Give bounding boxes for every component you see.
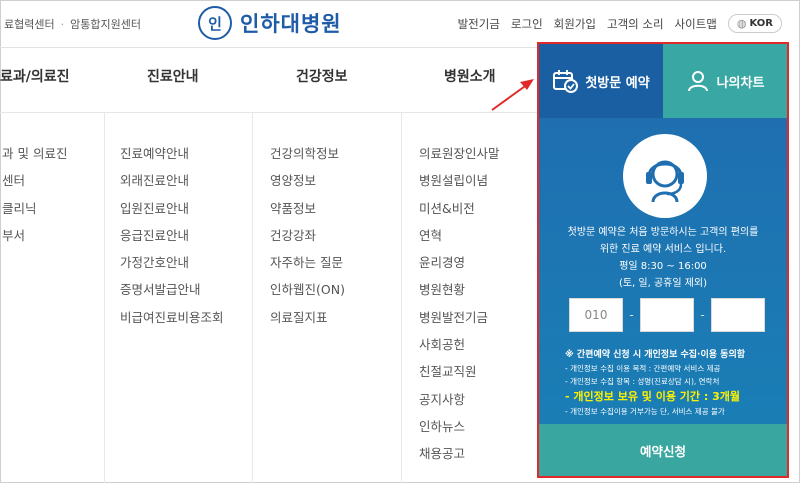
- tab-first-visit-label: 첫방문 예약: [585, 75, 650, 91]
- notes-line: - 개인정보 수집이용 거부가능 단, 서비스 제공 불가: [565, 407, 725, 416]
- submenu-item[interactable]: 건강의학정보: [270, 143, 345, 170]
- submenu-item[interactable]: 친절교직원: [419, 361, 500, 388]
- submenu-item[interactable]: 부서: [2, 225, 67, 252]
- nav-divider: [0, 112, 540, 113]
- tab-my-chart[interactable]: 나의차트: [663, 44, 787, 118]
- tab-first-visit[interactable]: 첫방문 예약: [539, 44, 663, 118]
- headset-icon: [623, 134, 707, 218]
- column-separator: [252, 113, 253, 483]
- dash: -: [629, 308, 634, 322]
- language-selector[interactable]: ◍ KOR: [727, 14, 782, 33]
- headset-illustration: [646, 160, 684, 203]
- utility-links: 발전기금 로그인 회원가입 고객의 소리 사이트맵 ◍ KOR: [458, 14, 782, 33]
- util-link-fund[interactable]: 발전기금: [458, 16, 500, 32]
- nav-item-about[interactable]: 병원소개: [444, 66, 496, 86]
- util-link-voice[interactable]: 고객의 소리: [607, 16, 664, 32]
- column-separator: [401, 113, 402, 483]
- calendar-check-icon: [553, 70, 579, 93]
- column-separator: [104, 113, 105, 483]
- logo-text: 인하대병원: [240, 12, 342, 36]
- submenu-item[interactable]: 병원현황: [419, 279, 500, 306]
- hospital-logo[interactable]: 인 인하대병원: [198, 6, 342, 40]
- submenu-item[interactable]: 과 및 의료진: [2, 143, 67, 170]
- phone-middle-field[interactable]: [640, 298, 694, 332]
- submenu-about: 의료원장인사말 병원설립이념 미션&비전 연혁 윤리경영 병원현황 병원발전기금…: [419, 143, 500, 471]
- submenu-item[interactable]: 채용공고: [419, 443, 500, 470]
- submenu-item[interactable]: 사회공헌: [419, 334, 500, 361]
- util-link-signup[interactable]: 회원가입: [554, 16, 596, 32]
- submenu-item[interactable]: 센터: [2, 170, 67, 197]
- notes-title: ※ 간편예약 신청 시 개인정보 수집·이용 동의함: [565, 350, 746, 360]
- reservation-submit-button[interactable]: 예약신청: [539, 424, 787, 476]
- submenu-item[interactable]: 인하뉴스: [419, 416, 500, 443]
- submenu-item[interactable]: 병원설립이념: [419, 170, 500, 197]
- desc-line: 위한 진료 예약 서비스 입니다.: [599, 244, 727, 255]
- top-bar: 료협력센터 · 암통합지원센터 인 인하대병원 발전기금 로그인 회원가입 고객…: [0, 0, 800, 46]
- submenu-care-guide: 진료예약안내 외래진료안내 입원진료안내 응급진료안내 가정간호안내 증명서발급…: [120, 143, 224, 334]
- partner-link-cooperation[interactable]: 료협력센터: [4, 16, 55, 32]
- nav-item-health-info[interactable]: 건강정보: [296, 66, 348, 86]
- notes-line: - 개인정보 수집 항목 : 성명(진료상담 시), 연락처: [565, 377, 720, 386]
- submenu-item[interactable]: 자주하는 질문: [270, 252, 345, 279]
- submenu-item[interactable]: 가정간호안내: [120, 252, 224, 279]
- language-label: KOR: [749, 18, 773, 29]
- submenu-item[interactable]: 증명서발급안내: [120, 279, 224, 306]
- submenu-departments: 과 및 의료진 센터 클리닉 부서: [2, 143, 67, 252]
- submenu-item[interactable]: 응급진료안내: [120, 225, 224, 252]
- privacy-notes: ※ 간편예약 신청 시 개인정보 수집·이용 동의함 - 개인정보 수집 이용 …: [565, 349, 785, 418]
- hours-note: (토, 일, 공휴일 제외): [618, 278, 708, 289]
- phone-last-field[interactable]: [711, 298, 765, 332]
- partner-links: 료협력센터 · 암통합지원센터: [4, 16, 141, 32]
- submenu-item[interactable]: 연혁: [419, 225, 500, 252]
- notes-highlight: - 개인정보 보유 및 이용 기간 : 3개월: [565, 390, 740, 403]
- panel-tabs: 첫방문 예약 나의차트: [539, 44, 787, 118]
- separator-dot: ·: [60, 17, 65, 31]
- panel-body: 첫방문 예약은 처음 방문하시는 고객의 편의를 위한 진료 예약 서비스 입니…: [539, 118, 787, 424]
- header-divider: [0, 47, 540, 48]
- submenu-health-info: 건강의학정보 영양정보 약품정보 건강강좌 자주하는 질문 인하웹진(ON) 의…: [270, 143, 345, 334]
- dash: -: [700, 308, 705, 322]
- nav-item-departments[interactable]: 료과/의료진: [0, 66, 70, 86]
- desc-line: 첫방문 예약은 처음 방문하시는 고객의 편의를: [567, 227, 759, 238]
- hours: 평일 8:30 ~ 16:00: [619, 261, 707, 272]
- panel-description: 첫방문 예약은 처음 방문하시는 고객의 편의를 위한 진료 예약 서비스 입니…: [539, 224, 787, 292]
- notes-line: - 개인정보 수집 이용 목적 : 간편예약 서비스 제공: [565, 364, 721, 373]
- first-visit-panel: 첫방문 예약 나의차트 첫방문 예약은 처음 방문하시는 고객의 편의를 위한 …: [537, 42, 789, 478]
- globe-icon: ◍: [736, 17, 747, 30]
- submenu-item[interactable]: 의료질지표: [270, 307, 345, 334]
- submenu-item[interactable]: 윤리경영: [419, 252, 500, 279]
- submenu-item[interactable]: 의료원장인사말: [419, 143, 500, 170]
- submenu-item[interactable]: 비급여진료비용조회: [120, 307, 224, 334]
- phone-input-row: 010 - -: [569, 298, 765, 332]
- tab-my-chart-label: 나의차트: [716, 75, 765, 91]
- phone-prefix-field[interactable]: 010: [569, 298, 623, 332]
- submenu-item[interactable]: 영양정보: [270, 170, 345, 197]
- submenu-item[interactable]: 입원진료안내: [120, 198, 224, 225]
- submenu-item[interactable]: 진료예약안내: [120, 143, 224, 170]
- nav-item-care-guide[interactable]: 진료안내: [147, 66, 199, 86]
- submenu-item[interactable]: 건강강좌: [270, 225, 345, 252]
- submenu-item[interactable]: 공지사항: [419, 389, 500, 416]
- submenu-item[interactable]: 미션&비전: [419, 198, 500, 225]
- submenu-item[interactable]: 클리닉: [2, 198, 67, 225]
- submenu-item[interactable]: 병원발전기금: [419, 307, 500, 334]
- submenu-item[interactable]: 약품정보: [270, 198, 345, 225]
- submenu-item[interactable]: 인하웹진(ON): [270, 279, 345, 306]
- util-link-sitemap[interactable]: 사이트맵: [675, 16, 717, 32]
- logo-emblem-icon: 인: [198, 6, 232, 40]
- user-icon: [687, 71, 708, 92]
- red-arrow-icon: [491, 79, 534, 111]
- submenu-item[interactable]: 외래진료안내: [120, 170, 224, 197]
- partner-link-cancer-center[interactable]: 암통합지원센터: [70, 16, 141, 32]
- main-nav: 료과/의료진 진료안내 건강정보 병원소개: [0, 66, 540, 96]
- util-link-login[interactable]: 로그인: [511, 16, 543, 32]
